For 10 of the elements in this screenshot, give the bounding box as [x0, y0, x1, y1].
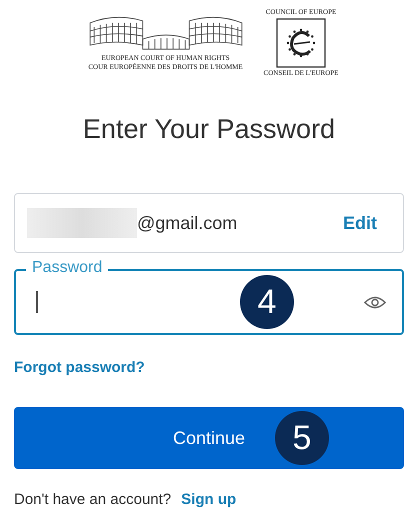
email-domain: @gmail.com — [137, 212, 238, 234]
text-cursor — [36, 291, 38, 313]
signup-prompt: Don't have an account? — [14, 491, 172, 508]
forgot-password-link[interactable]: Forgot password? — [14, 359, 145, 376]
step-badge: 4 — [240, 275, 294, 329]
signup-link[interactable]: Sign up — [181, 491, 236, 508]
eye-icon[interactable] — [364, 294, 386, 310]
page-title: Enter Your Password — [82, 114, 336, 145]
edit-link[interactable]: Edit — [343, 212, 377, 234]
council-emblem-icon — [276, 18, 326, 68]
